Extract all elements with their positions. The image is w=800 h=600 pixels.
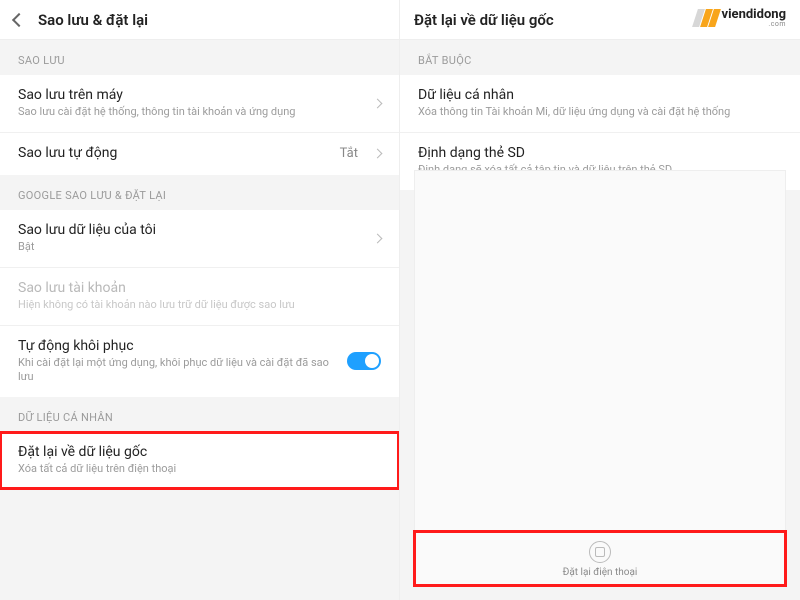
row-title: Định dạng thẻ SD	[418, 145, 782, 161]
section-label-google: GOOGLE SAO LƯU & ĐẶT LẠI	[0, 175, 399, 210]
empty-area	[414, 170, 786, 586]
row-title: Sao lưu trên máy	[18, 87, 364, 103]
row-personal-data[interactable]: Dữ liệu cá nhân Xóa thông tin Tài khoản …	[400, 75, 800, 132]
row-backup-account: Sao lưu tài khoản Hiện không có tài khoả…	[0, 267, 399, 325]
page-title-left: Sao lưu & đặt lại	[38, 11, 148, 29]
row-backup-my-data[interactable]: Sao lưu dữ liệu của tôi Bật	[0, 210, 399, 267]
reset-button-label: Đặt lại điện thoại	[414, 567, 786, 578]
screen-backup-reset: Sao lưu & đặt lại SAO LƯU Sao lưu trên m…	[0, 0, 400, 600]
highlight-factory-reset: Đặt lại về dữ liệu gốc Xóa tất cả dữ liệ…	[0, 432, 399, 489]
reset-phone-button[interactable]: Đặt lại điện thoại	[414, 531, 786, 586]
toggle-auto-restore[interactable]	[347, 352, 381, 370]
row-local-backup[interactable]: Sao lưu trên máy Sao lưu cài đặt hệ thốn…	[0, 75, 399, 132]
watermark: viendidong .com	[691, 6, 790, 30]
row-title: Sao lưu tài khoản	[18, 280, 381, 296]
chevron-right-icon	[373, 233, 383, 243]
row-title: Sao lưu dữ liệu của tôi	[18, 222, 364, 238]
row-sub: Sao lưu cài đặt hệ thống, thông tin tài …	[18, 105, 364, 120]
row-auto-backup[interactable]: Sao lưu tự động Tắt	[0, 132, 399, 175]
row-title: Tự động khôi phục	[18, 338, 339, 354]
row-title: Đặt lại về dữ liệu gốc	[18, 444, 381, 460]
row-auto-restore[interactable]: Tự động khôi phục Khi cài đặt lại một ứn…	[0, 325, 399, 398]
header-left: Sao lưu & đặt lại	[0, 0, 399, 40]
reset-icon	[589, 541, 611, 563]
row-sub: Xóa thông tin Tài khoản Mi, dữ liệu ứng …	[418, 105, 782, 120]
row-sub: Xóa tất cả dữ liệu trên điện thoại	[18, 462, 381, 477]
row-sub: Khi cài đặt lại một ứng dụng, khôi phục …	[18, 356, 339, 386]
screen-factory-reset: Đặt lại về dữ liệu gốc BẮT BUỘC Dữ liệu …	[400, 0, 800, 600]
section-label-backup: SAO LƯU	[0, 40, 399, 75]
chevron-right-icon	[373, 149, 383, 159]
back-icon[interactable]	[12, 12, 26, 26]
page-title-right: Đặt lại về dữ liệu gốc	[414, 11, 554, 29]
row-value: Tắt	[340, 146, 358, 161]
watermark-logo-icon	[695, 9, 718, 27]
row-title: Sao lưu tự động	[18, 145, 340, 161]
chevron-right-icon	[373, 98, 383, 108]
row-title: Dữ liệu cá nhân	[418, 87, 782, 103]
section-label-personal: DỮ LIỆU CÁ NHÂN	[0, 397, 399, 432]
row-factory-reset[interactable]: Đặt lại về dữ liệu gốc Xóa tất cả dữ liệ…	[0, 432, 399, 489]
section-label-required: BẮT BUỘC	[400, 40, 800, 75]
row-sub: Hiện không có tài khoản nào lưu trữ dữ l…	[18, 298, 381, 313]
row-sub: Bật	[18, 240, 364, 255]
